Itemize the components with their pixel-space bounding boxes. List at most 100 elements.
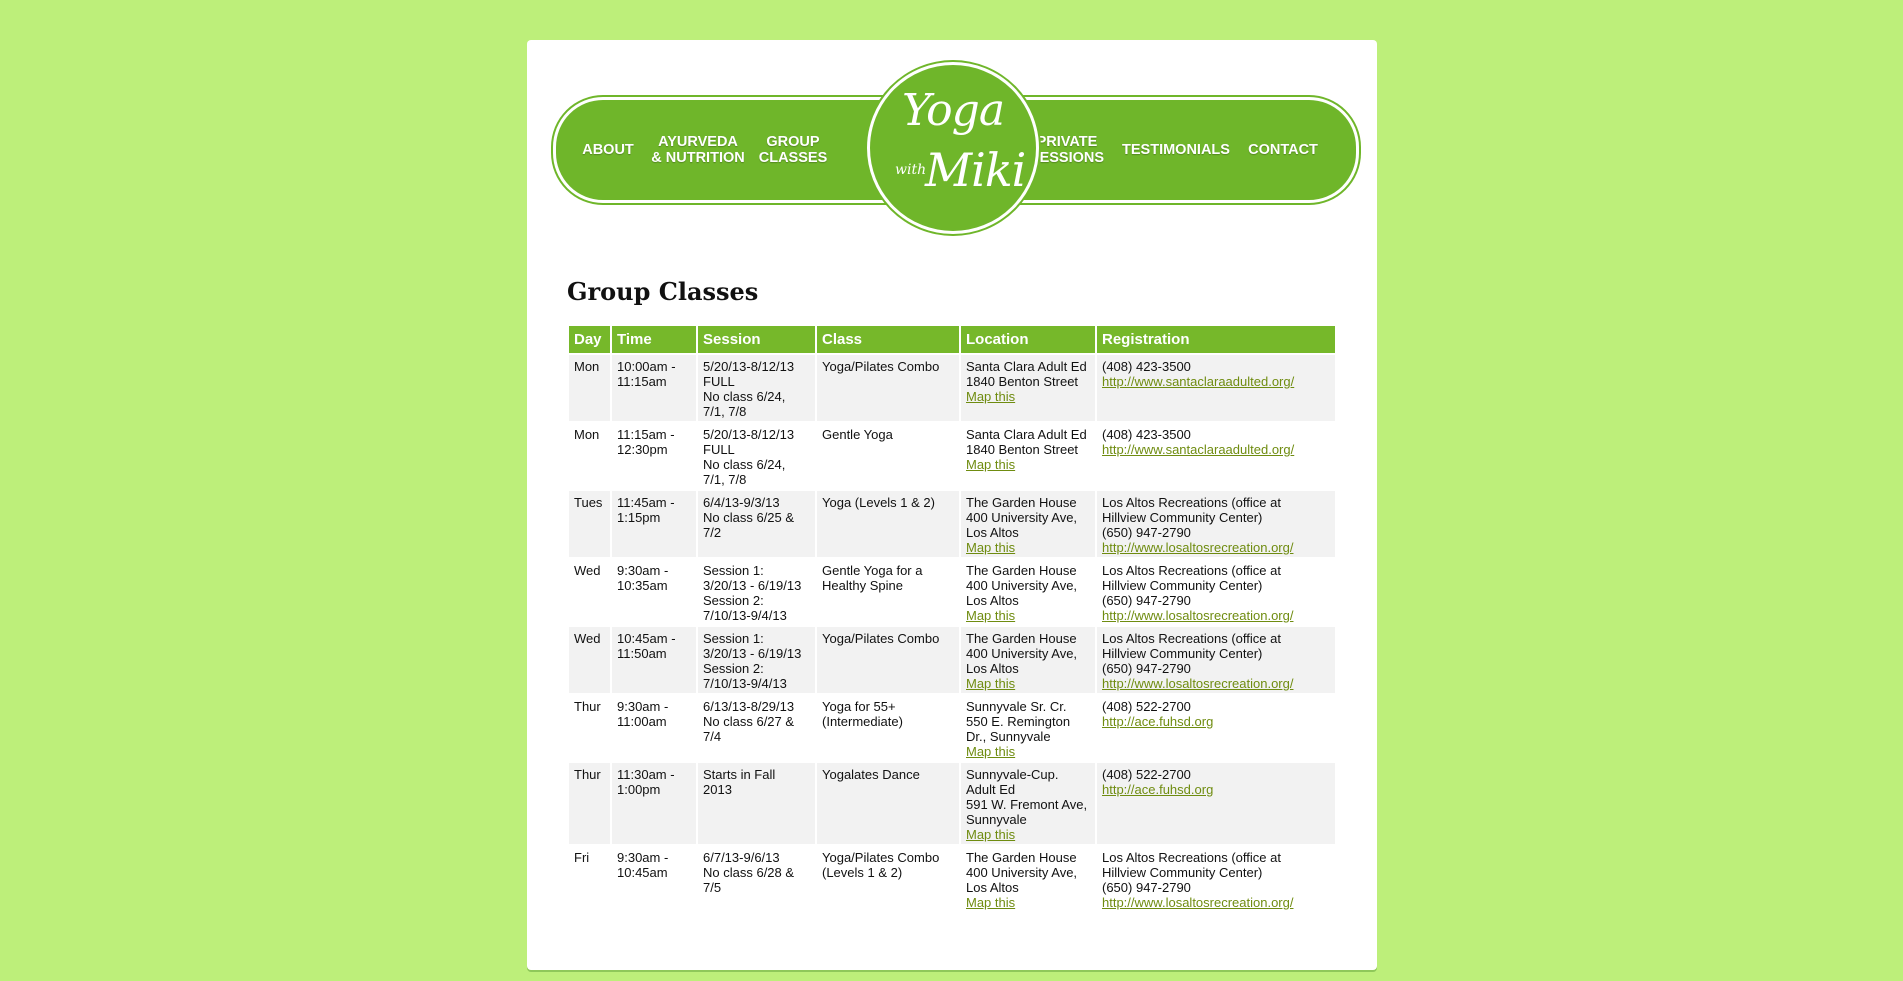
map-this-link[interactable]: Map this — [966, 540, 1090, 555]
cell-registration-line: (408) 423-3500 — [1102, 359, 1191, 374]
map-this-link[interactable]: Map this — [966, 744, 1090, 759]
cell-location: Sunnyvale Sr. Cr. 550 E. Remington Dr., Su… — [961, 695, 1095, 761]
cell-session: Session 1: 3/20/13 - 6/19/13 Session 2: 7/1… — [698, 627, 815, 693]
cell-registration-line: Los Altos Recreations (office at — [1102, 631, 1281, 646]
cell-session-line: 6/7/13-9/6/13 — [703, 850, 780, 865]
cell-registration: (408) 522-2700 http://ace.fuhsd.org — [1097, 695, 1335, 761]
registration-link[interactable]: http://www.santaclaraadulted.org/ — [1102, 374, 1330, 389]
cell-location: The Garden House 400 University Ave, Los A… — [961, 627, 1095, 693]
cell-session-line: 7/10/13-9/4/13 — [703, 608, 787, 623]
cell-class: Yoga/Pilates Combo — [817, 627, 959, 693]
cell-class: Gentle Yoga for a Healthy Spine — [817, 559, 959, 625]
cell-session-line: 7/1, 7/8 — [703, 472, 747, 487]
nav-ayurveda-nutrition[interactable]: AYURVEDA & NUTRITION — [648, 100, 748, 200]
cell-class: Yoga/Pilates Combo — [817, 355, 959, 421]
cell-session-line: Session 2: — [703, 593, 764, 608]
cell-session-line: 3/20/13 - 6/19/13 — [703, 646, 802, 661]
cell-day: Thur — [569, 695, 610, 761]
table-row: Fri 9:30am -10:45am 6/7/13-9/6/13 No class … — [569, 846, 1335, 912]
map-this-link[interactable]: Map this — [966, 389, 1090, 404]
cell-session: 6/4/13-9/3/13 No class 6/25 & 7/2 — [698, 491, 815, 557]
cell-location-line: The Garden House — [966, 495, 1077, 510]
map-this-link[interactable]: Map this — [966, 676, 1090, 691]
cell-session-line: 5/20/13-8/12/13 — [703, 427, 795, 442]
cell-class-line: (Levels 1 & 2) — [822, 865, 903, 880]
cell-registration-line: (650) 947-2790 — [1102, 880, 1191, 895]
table-header-row: Day Time Session Class Location Registra… — [569, 326, 1335, 353]
cell-location-line: Los Altos — [966, 880, 1019, 895]
cell-registration-line: (650) 947-2790 — [1102, 525, 1191, 540]
cell-time-line: 11:15am - — [617, 427, 675, 442]
cell-location-line: Santa Clara Adult Ed — [966, 359, 1087, 374]
cell-session-line: No class 6/28 & — [703, 865, 795, 880]
cell-location-line: Sunnyvale — [966, 812, 1027, 827]
cell-class-line: Yoga/Pilates Combo — [822, 359, 940, 374]
cell-registration-line: (408) 522-2700 — [1102, 767, 1191, 782]
column-header-location: Location — [961, 326, 1095, 353]
cell-time-line: 10:45am — [617, 865, 668, 880]
cell-time: 9:30am -10:35am — [612, 559, 696, 625]
cell-registration: (408) 423-3500 http://www.santaclaraadult… — [1097, 423, 1335, 489]
cell-location-line: Dr., Sunnyvale — [966, 729, 1051, 744]
registration-link[interactable]: http://www.santaclaraadulted.org/ — [1102, 442, 1330, 457]
cell-registration: (408) 423-3500 http://www.santaclaraadult… — [1097, 355, 1335, 421]
cell-location-line: The Garden House — [966, 631, 1077, 646]
table-row: Mon 11:15am -12:30pm 5/20/13-8/12/13 FULL No… — [569, 423, 1335, 489]
cell-session-line: Session 1: — [703, 631, 764, 646]
registration-link[interactable]: http://ace.fuhsd.org — [1102, 782, 1330, 797]
registration-link[interactable]: http://www.losaltosrecreation.org/ — [1102, 895, 1330, 910]
cell-location: Santa Clara Adult Ed 1840 Benton Street Ma… — [961, 355, 1095, 421]
cell-location-line: Adult Ed — [966, 782, 1016, 797]
logo[interactable]: Yoga with Miki — [867, 62, 1039, 234]
cell-day: Mon — [569, 355, 610, 421]
nav-testimonials[interactable]: TESTIMONIALS — [1116, 100, 1236, 200]
registration-link[interactable]: http://ace.fuhsd.org — [1102, 714, 1330, 729]
cell-location-line: 1840 Benton Street — [966, 374, 1079, 389]
cell-class: Yoga (Levels 1 & 2) — [817, 491, 959, 557]
column-header-class: Class — [817, 326, 959, 353]
cell-location-line: 400 University Ave, — [966, 510, 1078, 525]
registration-link[interactable]: http://www.losaltosrecreation.org/ — [1102, 676, 1330, 691]
cell-location-line: 400 University Ave, — [966, 578, 1078, 593]
map-this-link[interactable]: Map this — [966, 608, 1090, 623]
registration-link[interactable]: http://www.losaltosrecreation.org/ — [1102, 608, 1330, 623]
cell-location-line: 550 E. Remington — [966, 714, 1071, 729]
cell-session-line: 6/13/13-8/29/13 — [703, 699, 795, 714]
cell-location-line: The Garden House — [966, 563, 1077, 578]
cell-time-line: 10:45am - — [617, 631, 676, 646]
cell-location: The Garden House 400 University Ave, Los A… — [961, 491, 1095, 557]
nav-about[interactable]: ABOUT — [570, 100, 646, 200]
cell-session-line: 6/4/13-9/3/13 — [703, 495, 780, 510]
cell-session-line: 7/5 — [703, 880, 722, 895]
cell-time-line: 10:00am - — [617, 359, 676, 374]
content-card: ABOUT AYURVEDA & NUTRITION GROUP CLASSES… — [527, 40, 1377, 970]
page-title: Group Classes — [567, 277, 759, 306]
cell-session-line: FULL — [703, 442, 735, 457]
cell-registration-line: Hillview Community Center) — [1102, 578, 1263, 593]
map-this-link[interactable]: Map this — [966, 895, 1090, 910]
cell-session-line: 7/4 — [703, 729, 722, 744]
schedule-table: Day Time Session Class Location Registra… — [567, 324, 1337, 914]
cell-location: Santa Clara Adult Ed 1840 Benton Street Ma… — [961, 423, 1095, 489]
cell-session-line: 5/20/13-8/12/13 — [703, 359, 795, 374]
cell-location: The Garden House 400 University Ave, Los A… — [961, 559, 1095, 625]
cell-time-line: 10:35am — [617, 578, 668, 593]
registration-link[interactable]: http://www.losaltosrecreation.org/ — [1102, 540, 1330, 555]
table-row: Thur 9:30am -11:00am 6/13/13-8/29/13 No cla… — [569, 695, 1335, 761]
cell-day: Wed — [569, 559, 610, 625]
logo-text-top: Yoga — [901, 85, 1005, 136]
cell-day: Wed — [569, 627, 610, 693]
nav-contact[interactable]: CONTACT — [1240, 100, 1326, 200]
map-this-link[interactable]: Map this — [966, 827, 1090, 842]
cell-location-line: Sunnyvale Sr. Cr. — [966, 699, 1067, 714]
map-this-link[interactable]: Map this — [966, 457, 1090, 472]
cell-registration-line: Los Altos Recreations (office at — [1102, 850, 1281, 865]
nav-group-classes[interactable]: GROUP CLASSES — [752, 100, 834, 200]
cell-registration: (408) 522-2700 http://ace.fuhsd.org — [1097, 763, 1335, 844]
cell-session-line: 7/1, 7/8 — [703, 404, 747, 419]
column-header-time: Time — [612, 326, 696, 353]
cell-time: 11:45am -1:15pm — [612, 491, 696, 557]
cell-session: 5/20/13-8/12/13 FULL No class 6/24, 7/1, 7/… — [698, 423, 815, 489]
cell-time-line: 9:30am - — [617, 563, 669, 578]
cell-location-line: 1840 Benton Street — [966, 442, 1079, 457]
